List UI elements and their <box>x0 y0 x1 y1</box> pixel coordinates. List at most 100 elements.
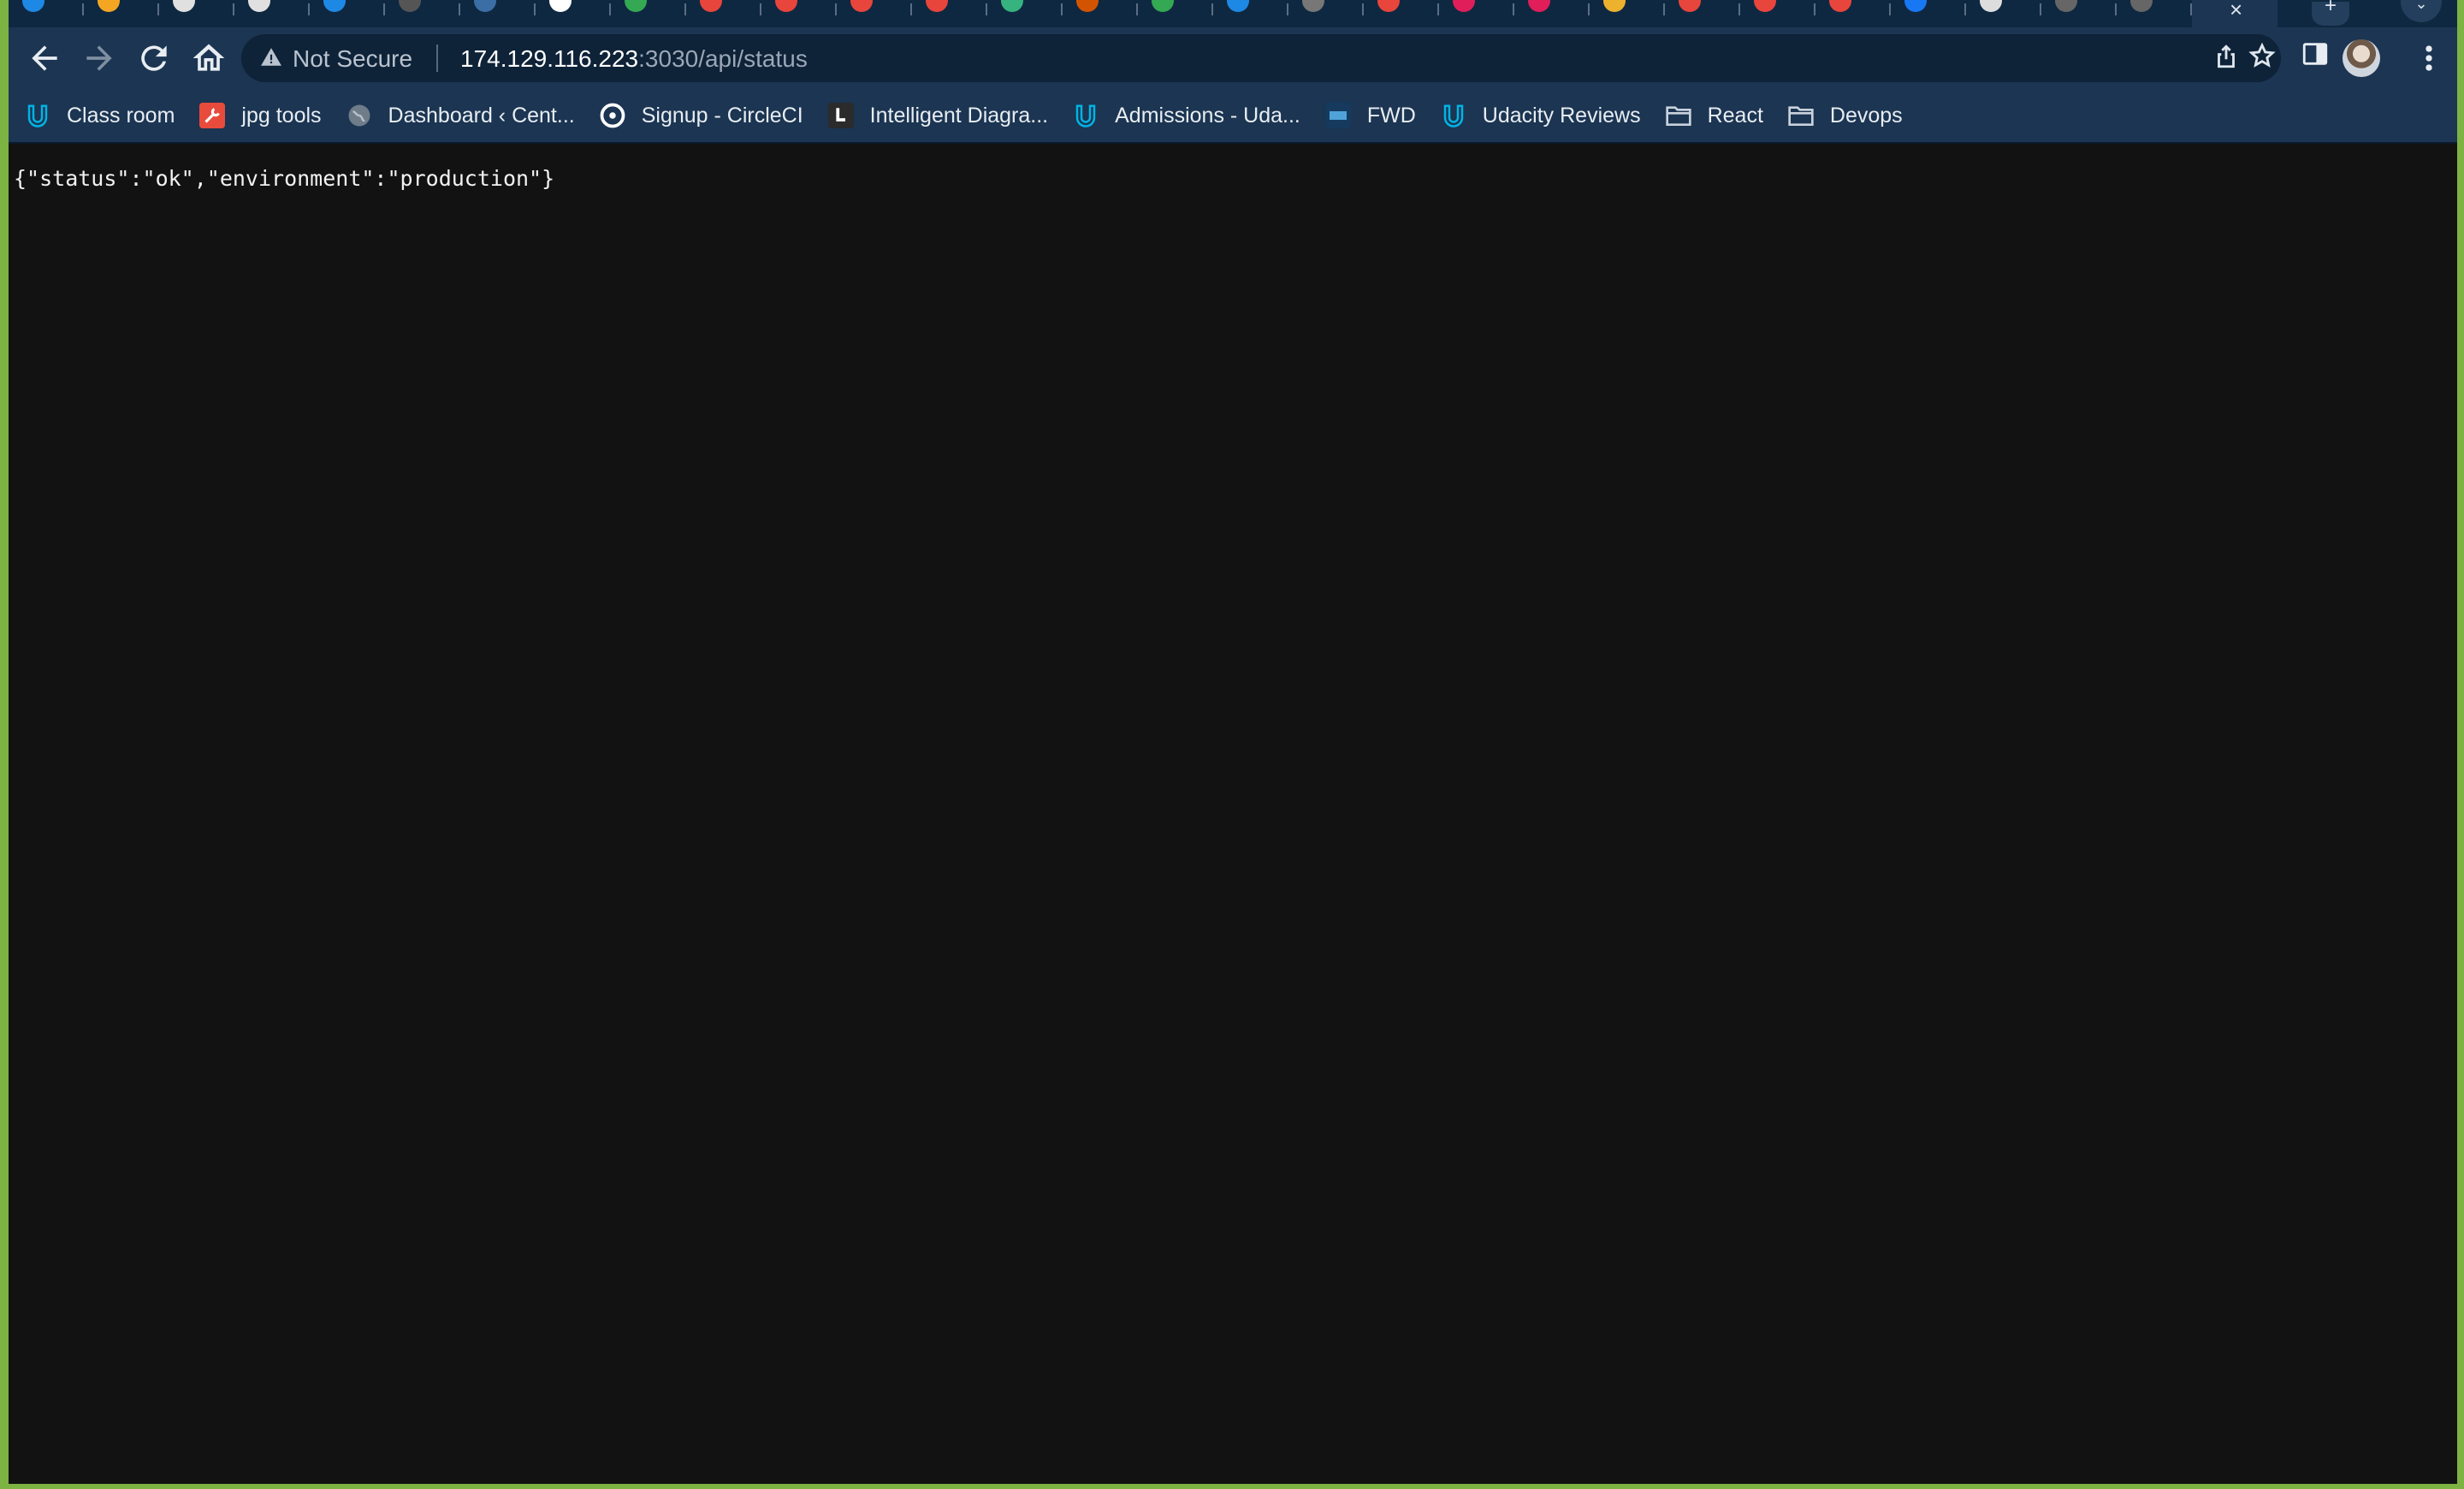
tab[interactable] <box>234 0 310 27</box>
tab[interactable] <box>1891 0 1966 27</box>
tab[interactable] <box>1966 0 2041 27</box>
tab-favicon-icon <box>2130 0 2153 12</box>
reload-button[interactable] <box>135 39 173 77</box>
share-button[interactable] <box>2209 41 2243 75</box>
tab-favicon-icon <box>700 0 722 12</box>
tab[interactable] <box>1063 0 1138 27</box>
bookmark-circleci[interactable]: Signup - CircleCI <box>599 102 803 129</box>
tab-favicon-icon <box>1076 0 1099 12</box>
tab-active[interactable]: × <box>2192 0 2277 27</box>
side-panel-button[interactable] <box>2296 39 2334 77</box>
tab[interactable] <box>761 0 837 27</box>
tab[interactable] <box>611 0 686 27</box>
tab-favicon-icon <box>549 0 572 12</box>
share-icon <box>2218 44 2235 68</box>
bookmark-folder-react[interactable]: React <box>1665 102 1763 129</box>
address-bar[interactable]: Not Secure 174.129.116.223:3030/api/stat… <box>241 34 2281 82</box>
back-button[interactable] <box>26 39 63 77</box>
bookmark-label: Signup - CircleCI <box>641 103 803 128</box>
folder-icon <box>1665 102 1692 129</box>
bookmark-label: FWD <box>1366 103 1416 128</box>
bookmark-fwd[interactable]: FWD <box>1324 102 1416 129</box>
browser-toolbar: Not Secure 174.129.116.223:3030/api/stat… <box>9 27 2457 89</box>
tab-favicon-icon <box>1377 0 1400 12</box>
page-content: {"status":"ok","environment":"production… <box>9 144 2457 1484</box>
profile-avatar[interactable] <box>2343 39 2380 77</box>
tab[interactable] <box>1740 0 1815 27</box>
bookmark-label: Devops <box>1829 103 1903 128</box>
tab[interactable] <box>385 0 460 27</box>
tab[interactable] <box>536 0 611 27</box>
tab[interactable] <box>2041 0 2117 27</box>
side-panel-icon <box>2302 43 2328 65</box>
bookmark-intelligent-diagramming[interactable]: Intelligent Diagra... <box>827 102 1048 129</box>
bookmark-star-button[interactable] <box>2245 41 2279 75</box>
home-button[interactable] <box>190 39 228 77</box>
bookmark-label: jpg tools <box>241 103 322 128</box>
tab[interactable] <box>159 0 234 27</box>
tab-favicon-icon <box>1904 0 1927 12</box>
bookmarks-bar: Class room jpg tools Dashboard ‹ Cent...… <box>9 89 2457 144</box>
bookmark-udacity-reviews[interactable]: Udacity Reviews <box>1440 102 1641 129</box>
bookmark-dashboard[interactable]: Dashboard ‹ Cent... <box>346 102 575 129</box>
tab[interactable] <box>837 0 912 27</box>
bookmark-admissions[interactable]: Admissions - Uda... <box>1072 102 1300 129</box>
tab-favicon-icon <box>98 0 120 12</box>
tab-favicon-icon <box>1829 0 1851 12</box>
security-label[interactable]: Not Secure <box>293 45 412 73</box>
tab[interactable] <box>1213 0 1288 27</box>
url-text[interactable]: 174.129.116.223:3030/api/status <box>460 45 808 73</box>
tab[interactable] <box>84 0 159 27</box>
tab[interactable] <box>912 0 987 27</box>
tab-favicon-icon <box>1528 0 1550 12</box>
tab[interactable] <box>1514 0 1590 27</box>
tab[interactable] <box>1815 0 1891 27</box>
tab[interactable] <box>310 0 385 27</box>
tab[interactable] <box>686 0 761 27</box>
forward-button[interactable] <box>80 39 118 77</box>
tab[interactable] <box>1138 0 1213 27</box>
tab-close-icon[interactable]: × <box>2230 0 2242 23</box>
back-arrow-icon <box>32 45 57 71</box>
warning-icon <box>261 48 281 66</box>
new-tab-button[interactable]: + <box>2312 0 2349 26</box>
tab[interactable] <box>1590 0 1665 27</box>
home-icon <box>192 44 225 71</box>
tab-favicon-icon <box>850 0 873 12</box>
tab-strip: × + ⌄ <box>9 0 2457 27</box>
tab-favicon-icon <box>1603 0 1626 12</box>
star-icon <box>2248 42 2276 68</box>
tab-favicon-icon <box>248 0 270 12</box>
tab-favicon-icon <box>1453 0 1475 12</box>
tab-favicon-icon <box>1227 0 1249 12</box>
tab[interactable] <box>2117 0 2192 27</box>
tab-favicon-icon <box>1754 0 1776 12</box>
tab-favicon-icon <box>2055 0 2077 12</box>
tab-favicon-icon <box>399 0 421 12</box>
udacity-icon <box>24 102 51 129</box>
bookmark-jpg-tools[interactable]: jpg tools <box>198 102 322 129</box>
tab-search-button[interactable]: ⌄ <box>2401 0 2442 22</box>
udacity-icon <box>1072 102 1099 129</box>
bookmark-label: Class room <box>67 103 175 128</box>
bookmark-folder-devops[interactable]: Devops <box>1787 102 1903 129</box>
url-path: :3030/api/status <box>638 45 808 72</box>
tab[interactable] <box>1288 0 1364 27</box>
browser-window: × + ⌄ Not Secure 174.129.116.223:3030/ap… <box>9 0 2457 1484</box>
tab[interactable] <box>460 0 536 27</box>
tab[interactable] <box>9 0 84 27</box>
globe-icon <box>346 102 373 129</box>
bookmark-class-room[interactable]: Class room <box>24 102 175 129</box>
bookmark-label: Dashboard ‹ Cent... <box>388 103 575 128</box>
tab[interactable] <box>1364 0 1439 27</box>
bookmark-label: Admissions - Uda... <box>1115 103 1300 128</box>
tab-favicon-icon <box>1302 0 1324 12</box>
bookmark-label: Udacity Reviews <box>1482 103 1641 128</box>
tab[interactable] <box>1439 0 1514 27</box>
tab[interactable] <box>987 0 1063 27</box>
tab-favicon-icon <box>22 0 44 12</box>
more-vertical-icon <box>2426 45 2432 71</box>
menu-button[interactable] <box>2416 39 2442 77</box>
tab[interactable] <box>1665 0 1740 27</box>
fwd-icon <box>1324 102 1352 129</box>
